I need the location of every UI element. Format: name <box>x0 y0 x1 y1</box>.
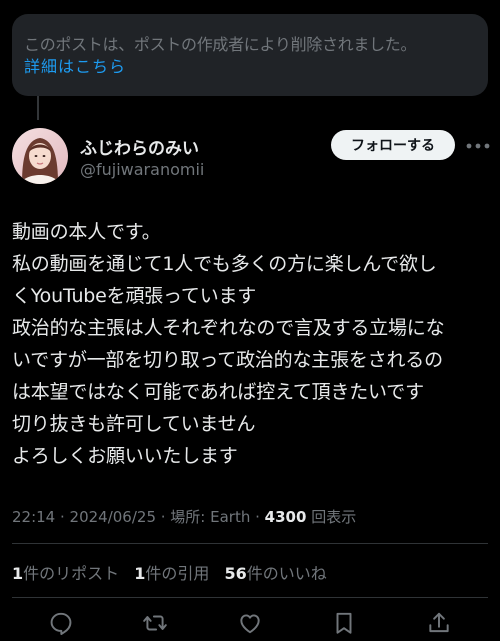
avatar[interactable] <box>12 128 68 184</box>
author-handle[interactable]: @fujiwaranomii <box>80 160 204 179</box>
views-label: 回表示 <box>311 508 357 526</box>
post-line: くYouTubeを頑張っています <box>12 285 257 307</box>
reposts-count: 1 <box>12 564 24 583</box>
post-text: 動画の本人です。 私の動画を通じて1人でも多くの方に楽しんで欲し くYouTub… <box>12 216 492 472</box>
divider <box>12 597 488 598</box>
more-options-icon[interactable] <box>464 138 492 154</box>
post-line: いですが一部を切り取って政治的な主張をされるの <box>12 349 443 371</box>
post-timestamp-location[interactable]: 22:14 · 2024/06/25 · 場所: Earth · <box>12 508 265 526</box>
learn-more-link[interactable]: 詳細はこちら <box>24 56 126 78</box>
post-line: よろしくお願いいたします <box>12 445 238 467</box>
thread-connector-line <box>37 96 39 120</box>
post-line: は本望ではなく可能であれば控えて頂きたいです <box>12 381 424 403</box>
post-line: 政治的な主張は人それぞれなので言及する立場にな <box>12 317 445 339</box>
engagement-stats: 1件のリポスト 1件の引用 56件のいいね <box>12 560 337 584</box>
deleted-post-notice: このポストは、ポストの作成者により削除されました。 詳細はこちら <box>12 14 488 96</box>
divider <box>12 543 488 544</box>
views-count: 4300 <box>264 508 307 526</box>
follow-button[interactable]: フォローする <box>331 130 455 160</box>
reposts-stat[interactable]: 1件のリポスト <box>12 560 119 584</box>
post-line: 動画の本人です。 <box>12 221 161 243</box>
action-bar <box>0 610 500 641</box>
likes-label: 件のいいね <box>246 564 327 583</box>
share-icon[interactable] <box>426 610 452 636</box>
post-line: 切り抜きも許可していません <box>12 413 256 435</box>
quotes-count: 1 <box>134 564 146 583</box>
author-name[interactable]: ふじわらのみい <box>80 134 199 159</box>
likes-stat[interactable]: 56件のいいね <box>225 560 327 584</box>
reposts-label: 件のリポスト <box>23 564 120 583</box>
repost-icon[interactable] <box>142 610 168 636</box>
deleted-post-text: このポストは、ポストの作成者により削除されました。 <box>24 35 417 54</box>
reply-icon[interactable] <box>48 610 74 636</box>
like-icon[interactable] <box>237 610 263 636</box>
profile-photo-icon <box>12 128 68 184</box>
post-line: 私の動画を通じて1人でも多くの方に楽しんで欲し <box>12 253 437 275</box>
likes-count: 56 <box>224 564 247 583</box>
post-metadata: 22:14 · 2024/06/25 · 場所: Earth · 4300 回表… <box>12 506 356 527</box>
quotes-stat[interactable]: 1件の引用 <box>134 560 209 584</box>
quotes-label: 件の引用 <box>145 564 210 583</box>
bookmark-icon[interactable] <box>331 610 357 636</box>
